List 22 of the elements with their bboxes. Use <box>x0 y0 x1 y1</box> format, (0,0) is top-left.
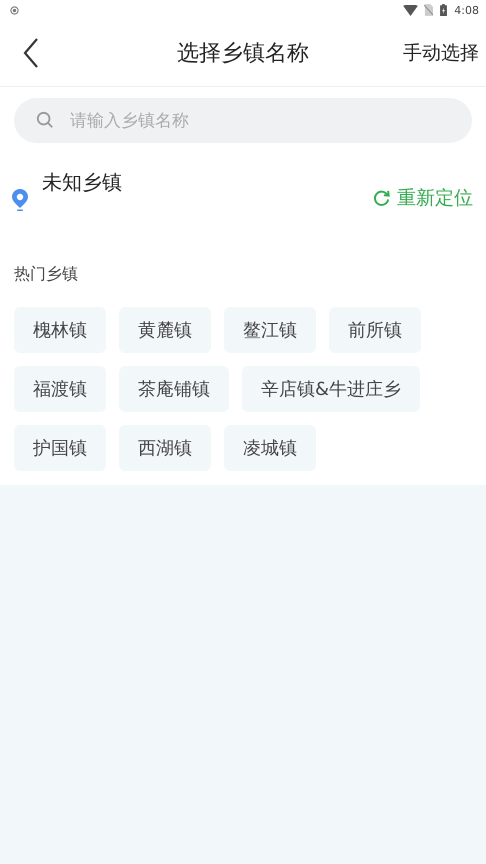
wifi-icon <box>403 4 418 16</box>
current-town: 未知乡镇 <box>42 169 122 196</box>
search-field[interactable]: 请输入乡镇名称 <box>14 98 472 143</box>
town-chip[interactable]: 槐林镇 <box>14 307 106 353</box>
hot-towns-heading: 热门乡镇 <box>13 263 79 285</box>
manual-select-button[interactable]: 手动选择 <box>403 40 486 66</box>
back-chevron-icon <box>22 37 40 69</box>
page-title: 选择乡镇名称 <box>177 40 309 68</box>
town-chip[interactable]: 前所镇 <box>329 307 421 353</box>
status-time: 4:08 <box>454 4 479 16</box>
town-chip[interactable]: 鳌江镇 <box>224 307 316 353</box>
town-chip[interactable]: 西湖镇 <box>119 425 211 471</box>
town-chip[interactable]: 辛店镇&牛进庄乡 <box>242 366 420 412</box>
battery-icon <box>439 4 448 16</box>
town-chip[interactable]: 护国镇 <box>14 425 106 471</box>
refresh-icon <box>372 188 391 208</box>
no-sim-icon <box>424 4 434 16</box>
town-chip[interactable]: 凌城镇 <box>224 425 316 471</box>
town-chip[interactable]: 黄麓镇 <box>119 307 211 353</box>
town-chip[interactable]: 茶庵铺镇 <box>119 366 229 412</box>
location-pin-icon <box>12 189 28 211</box>
town-chip[interactable]: 福渡镇 <box>14 366 106 412</box>
